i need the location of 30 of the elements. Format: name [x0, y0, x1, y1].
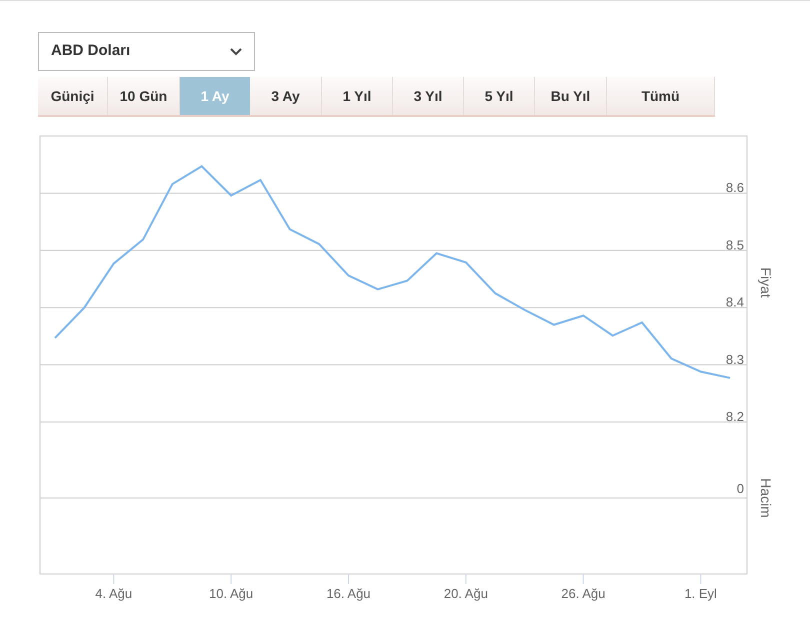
x-tick-label: 4. Ağu	[95, 586, 132, 601]
range-tab[interactable]: 5 Yıl	[464, 77, 535, 115]
x-tick-mark	[700, 574, 702, 584]
x-tick-label: 16. Ağu	[326, 586, 371, 601]
range-tab[interactable]: 1 Yıl	[322, 77, 393, 115]
range-tab[interactable]: 3 Yıl	[393, 77, 464, 115]
x-tick-mark	[582, 574, 584, 584]
range-tab[interactable]: Güniçi	[38, 77, 108, 115]
x-tick-mark	[113, 574, 114, 584]
range-tab[interactable]: Bu Yıl	[535, 77, 607, 115]
x-tick-label: 26. Ağu	[561, 586, 606, 601]
chevron-down-icon	[230, 48, 242, 56]
y-tick-label: 0	[736, 481, 744, 496]
range-tab[interactable]: 3 Ay	[250, 77, 322, 115]
y-tick-label: 8.4	[726, 294, 744, 310]
x-tick-mark	[348, 574, 349, 584]
x-tick-label: 10. Ağu	[209, 586, 254, 601]
axis-title: Hacim	[758, 478, 774, 518]
axis-title: Fiyat	[758, 267, 774, 298]
x-tick-mark	[465, 574, 466, 584]
x-tick-label: 20. Ağu	[444, 586, 488, 601]
x-tick-label: 1. Eyl	[684, 586, 717, 601]
y-tick-label: 8.5	[726, 237, 744, 252]
y-tick-label: 8.2	[726, 409, 744, 424]
y-tick-label: 8.3	[726, 352, 744, 367]
x-tick-mark	[230, 574, 232, 584]
range-tab[interactable]: 10 Gün	[108, 77, 180, 115]
range-tab[interactable]: Tümü	[607, 77, 715, 115]
y-tick-label: 8.6	[726, 180, 744, 196]
currency-select[interactable]: ABD Doları	[38, 32, 255, 71]
